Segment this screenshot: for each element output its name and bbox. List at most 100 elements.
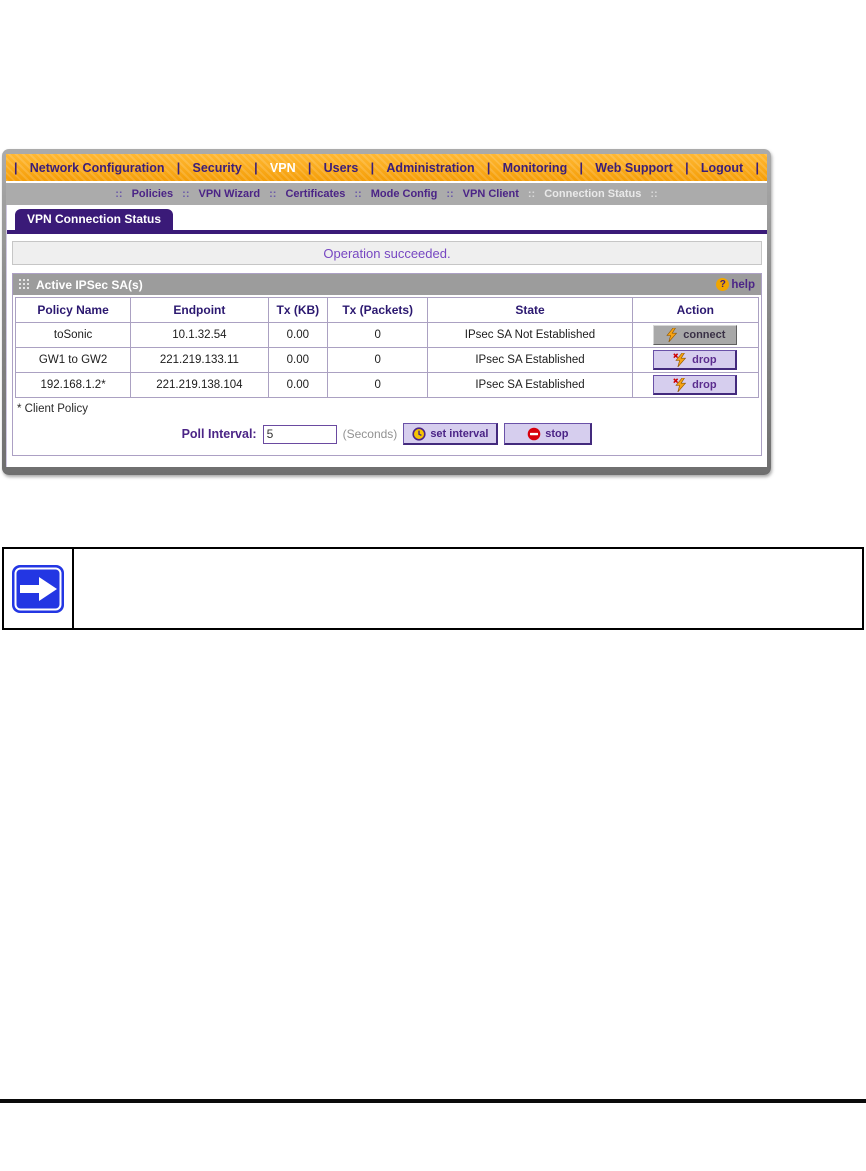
cell-action: connect [631, 322, 760, 348]
nav-item-logout[interactable]: Logout [701, 161, 743, 175]
nav-item-users[interactable]: Users [324, 161, 359, 175]
nav-item-vpn[interactable]: VPN [270, 161, 296, 175]
drop-button[interactable]: drop [653, 350, 738, 370]
status-message: Operation succeeded. [323, 245, 451, 261]
column-header-state: State [427, 297, 633, 323]
submenu-item-connection-status[interactable]: Connection Status [544, 188, 641, 200]
nav-item-web-support[interactable]: Web Support [595, 161, 673, 175]
nav-separator: | [685, 160, 689, 175]
cell-tx-kb: 0.00 [267, 372, 329, 398]
submenu-separator: :: [269, 188, 277, 200]
submenu-separator: :: [354, 188, 362, 200]
note-callout [2, 547, 864, 630]
cell-state: IPsec SA Established [427, 347, 633, 373]
set-interval-button[interactable]: set interval [403, 423, 499, 445]
arrow-right-icon [11, 564, 65, 614]
cell-tx-packets: 0 [327, 347, 429, 373]
note-text [74, 549, 862, 628]
router-admin-screen: | Network Configuration | Security | VPN | User… [6, 154, 767, 467]
help-question-icon[interactable]: ? [716, 278, 730, 291]
nav-separator: | [176, 160, 181, 175]
column-header-action: Action [631, 297, 760, 323]
no-entry-icon [527, 427, 541, 441]
nav-separator: | [755, 160, 759, 175]
vpn-submenu: :: Policies:: VPN Wizard:: Certificates:: Mo… [6, 183, 767, 205]
submenu-item-certificates[interactable]: Certificates [285, 188, 345, 200]
tab-vpn-connection-status[interactable]: VPN Connection Status [15, 209, 174, 230]
clock-icon [412, 426, 426, 441]
cell-endpoint: 10.1.32.54 [130, 322, 269, 348]
nav-item-network-configuration[interactable]: Network Configuration [30, 161, 165, 175]
poll-interval-row: Poll Interval: (Seconds) set interval [13, 415, 761, 455]
ipsec-sa-table: Policy Name Endpoint Tx (KB) Tx (Packets) St… [14, 297, 760, 398]
table-header-row: Policy Name Endpoint Tx (KB) Tx (Packets) St… [14, 297, 760, 323]
top-navbar: | Network Configuration | Security | VPN | User… [6, 154, 767, 181]
document-page: | Network Configuration | Security | VPN | User… [0, 0, 866, 1171]
nav-separator: | [486, 160, 491, 175]
cell-tx-kb: 0.00 [267, 347, 329, 373]
column-header-tx-packets: Tx (Packets) [327, 297, 429, 323]
page-footer-rule [0, 1099, 866, 1103]
cell-endpoint: 221.219.138.104 [130, 372, 269, 398]
note-icon-cell [4, 549, 74, 628]
cell-state: IPsec SA Not Established [427, 322, 633, 348]
table-row: 192.168.1.2* 221.219.138.104 0.00 0 IPsec SA… [14, 372, 760, 398]
lightning-icon [665, 327, 678, 343]
cell-tx-kb: 0.00 [267, 322, 329, 348]
poll-interval-unit: (Seconds) [342, 427, 398, 441]
column-header-endpoint: Endpoint [130, 297, 269, 323]
stop-label: stop [545, 427, 569, 440]
drop-button[interactable]: drop [653, 375, 738, 395]
nav-item-monitoring[interactable]: Monitoring [503, 161, 568, 175]
cell-policy-name: toSonic [14, 322, 132, 348]
active-ipsec-sa-section: Active IPSec SA(s) ? help Policy Name End… [12, 273, 762, 456]
submenu-item-mode-config[interactable]: Mode Config [371, 188, 438, 200]
screenshot-frame: | Network Configuration | Security | VPN | User… [2, 149, 771, 475]
nav-separator: | [254, 160, 258, 175]
section-header: Active IPSec SA(s) ? help [13, 274, 761, 295]
cell-policy-name: 192.168.1.2* [14, 372, 132, 398]
content-area: VPN Connection Status Operation succeede… [6, 205, 767, 467]
submenu-item-vpn-client[interactable]: VPN Client [463, 188, 519, 200]
cell-policy-name: GW1 to GW2 [14, 347, 132, 373]
client-policy-footnote: * Client Policy [17, 403, 88, 415]
nav-separator: | [14, 160, 18, 175]
cell-action: drop [631, 372, 760, 398]
column-header-tx-kb: Tx (KB) [267, 297, 329, 323]
table-row: GW1 to GW2 221.219.133.11 0.00 0 IPsec SA Es… [14, 347, 760, 373]
cell-endpoint: 221.219.133.11 [130, 347, 269, 373]
help-label[interactable]: help [731, 279, 755, 291]
cell-state: IPsec SA Established [427, 372, 633, 398]
poll-interval-input[interactable] [262, 424, 337, 444]
submenu-item-policies[interactable]: Policies [132, 188, 174, 200]
nav-separator: | [579, 160, 583, 175]
submenu-item-vpn-wizard[interactable]: VPN Wizard [199, 188, 261, 200]
table-row: toSonic 10.1.32.54 0.00 0 IPsec SA Not Estab… [14, 322, 760, 348]
grid-dots-icon [19, 279, 30, 290]
help-link[interactable]: ? help [716, 278, 755, 291]
cell-tx-packets: 0 [327, 322, 429, 348]
tab-underline [7, 230, 767, 234]
connect-button[interactable]: connect [653, 325, 738, 345]
connect-button-label: connect [683, 329, 726, 341]
set-interval-label: set interval [430, 427, 489, 440]
nav-separator: | [370, 160, 375, 175]
cell-action: drop [631, 347, 760, 373]
submenu-separator: :: [115, 188, 123, 200]
column-header-policy-name: Policy Name [14, 297, 132, 323]
nav-item-security[interactable]: Security [193, 161, 242, 175]
section-title: Active IPSec SA(s) [36, 277, 143, 292]
submenu-separator: :: [650, 188, 658, 200]
stop-button[interactable]: stop [504, 423, 593, 445]
nav-item-administration[interactable]: Administration [386, 161, 474, 175]
submenu-separator: :: [527, 188, 536, 200]
lightning-x-icon [673, 377, 687, 392]
poll-interval-label: Poll Interval: [181, 427, 257, 441]
nav-separator: | [307, 160, 312, 175]
submenu-separator: :: [182, 188, 190, 200]
cell-tx-packets: 0 [327, 372, 429, 398]
drop-button-label: drop [692, 353, 717, 366]
status-message-box: Operation succeeded. [12, 241, 762, 265]
drop-button-label: drop [692, 378, 717, 391]
lightning-x-icon [673, 352, 687, 367]
